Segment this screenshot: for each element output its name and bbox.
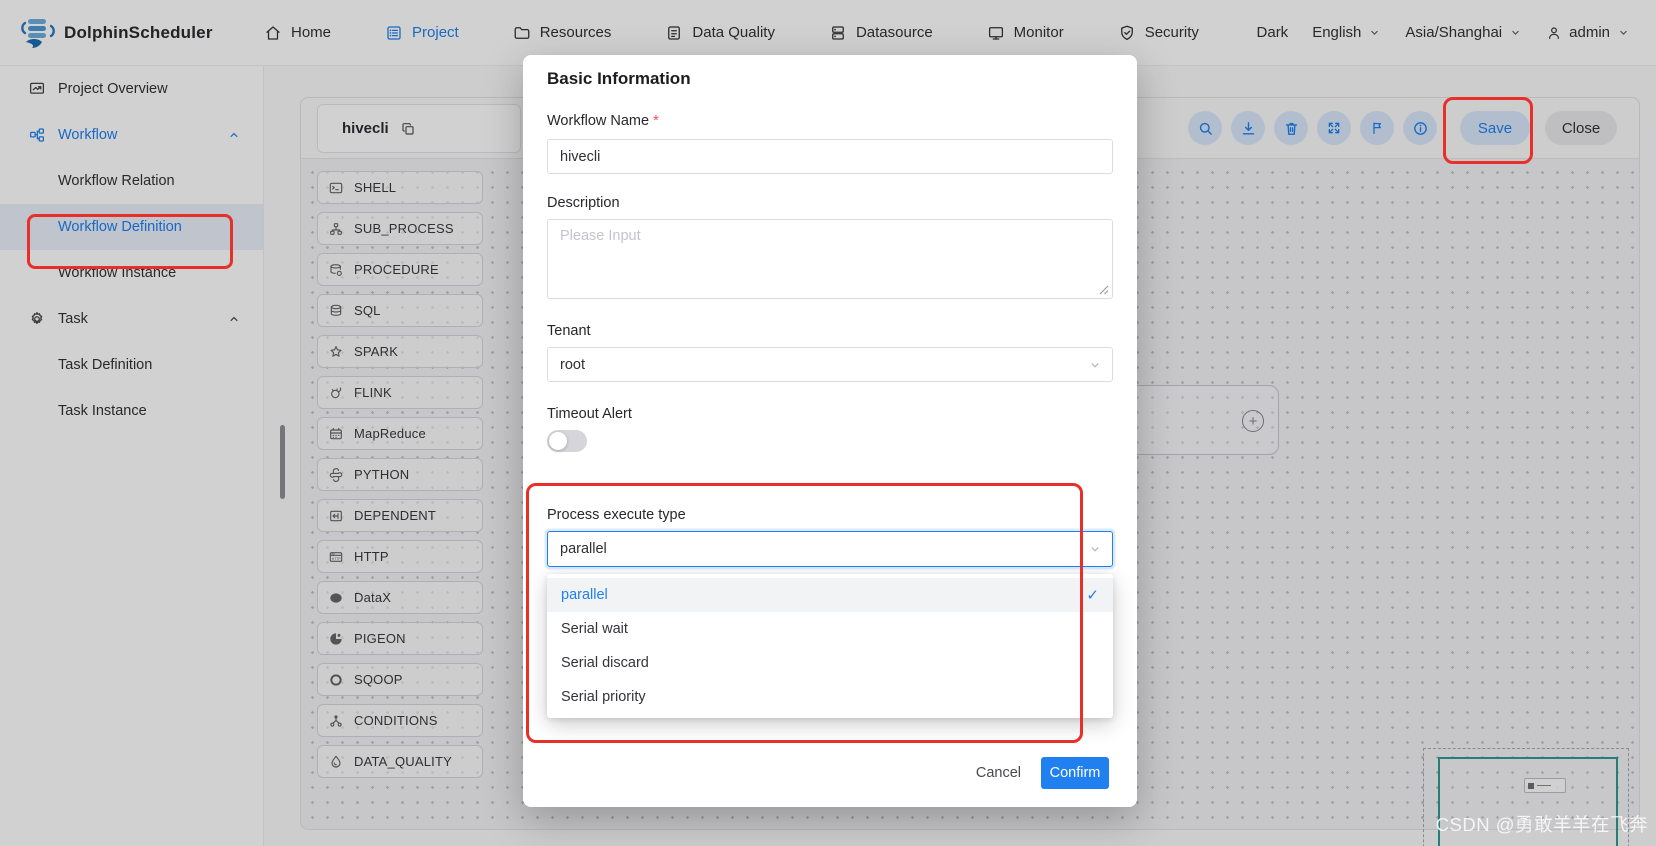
toggle-knob [549,432,567,450]
option-serial-priority[interactable]: Serial priority [547,680,1113,714]
tenant-select[interactable]: root [547,347,1113,382]
cancel-button[interactable]: Cancel [976,765,1021,781]
option-serial-wait[interactable]: Serial wait [547,612,1113,646]
description-label: Description [547,195,620,211]
timeout-alert-label: Timeout Alert [547,406,632,422]
modal-footer: Cancel Confirm [523,753,1137,793]
execute-type-select[interactable]: parallel [547,531,1113,567]
confirm-button[interactable]: Confirm [1041,757,1109,789]
execute-type-label: Process execute type [547,507,686,523]
basic-information-modal: Basic Information Workflow Name* Descrip… [523,55,1137,807]
workflow-name-input[interactable] [547,139,1113,174]
watermark: CSDN @勇敢羊羊在飞奔 [1435,814,1648,835]
execute-type-dropdown: parallel ✓ Serial wait Serial discard Se… [547,574,1113,718]
workflow-name-label: Workflow Name * [547,113,659,129]
required-mark: * [653,113,659,129]
option-parallel[interactable]: parallel ✓ [547,578,1113,612]
description-textarea[interactable] [547,219,1113,299]
tenant-label: Tenant [547,323,591,339]
chevron-down-icon [1088,542,1102,556]
modal-title: Basic Information [547,69,691,88]
option-serial-discard[interactable]: Serial discard [547,646,1113,680]
timeout-alert-toggle[interactable] [547,430,587,452]
check-icon: ✓ [1086,587,1099,604]
chevron-down-icon [1088,358,1102,372]
